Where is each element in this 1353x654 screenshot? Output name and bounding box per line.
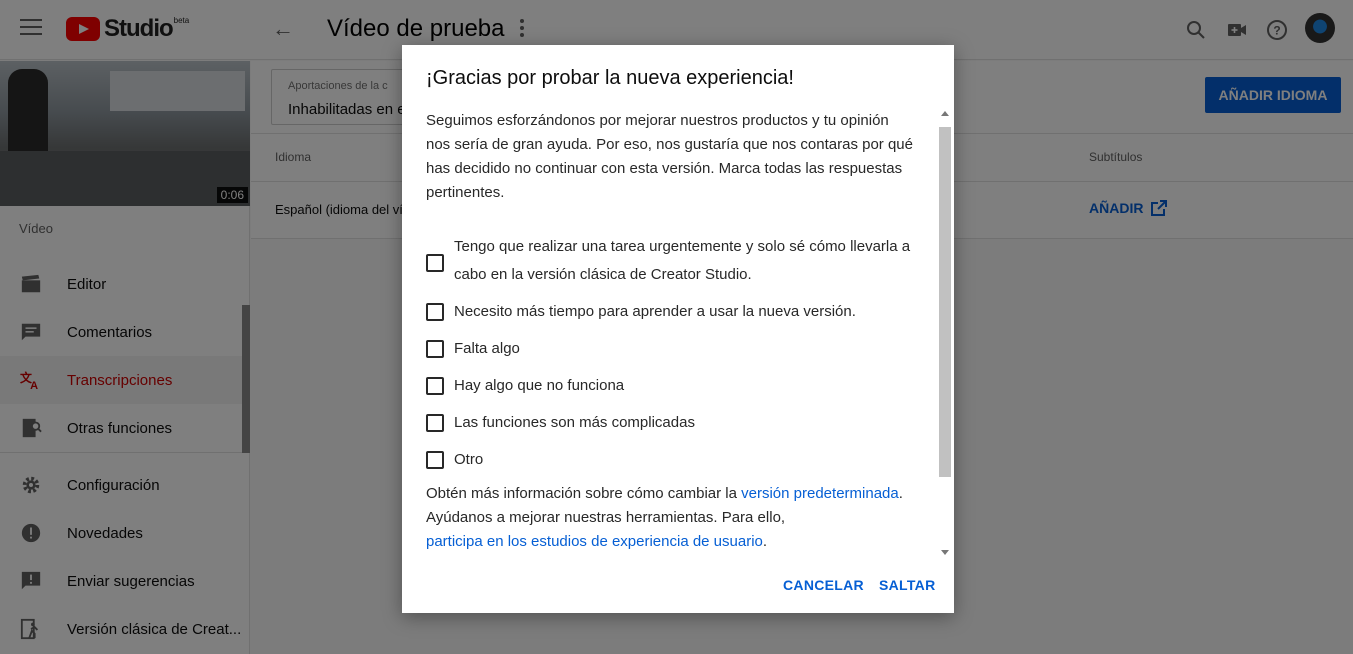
checkbox[interactable] xyxy=(426,377,444,395)
skip-button[interactable]: SALTAR xyxy=(879,577,936,593)
dialog-scrollbar[interactable] xyxy=(938,109,952,559)
default-version-link[interactable]: versión predeterminada xyxy=(741,485,899,502)
dialog-intro: Seguimos esforzándonos por mejorar nuest… xyxy=(426,112,913,201)
scroll-down-arrow-icon[interactable] xyxy=(941,550,949,555)
checkbox[interactable] xyxy=(426,451,444,469)
option-label: Tengo que realizar una tarea urgentement… xyxy=(454,238,911,283)
dialog-title: ¡Gracias por probar la nueva experiencia… xyxy=(426,67,794,89)
option-label: Hay algo que no funciona xyxy=(454,377,625,394)
scroll-up-arrow-icon[interactable] xyxy=(941,111,949,116)
dialog-body: Seguimos esforzándonos por mejorar nuest… xyxy=(426,109,916,205)
checkbox[interactable] xyxy=(426,340,444,358)
dialog-footer-text: Obtén más información sobre cómo cambiar… xyxy=(426,482,926,554)
info-prefix: Obtén más información sobre cómo cambiar… xyxy=(426,485,742,502)
option-label: Necesito más tiempo para aprender a usar… xyxy=(454,303,856,320)
ux-studies-link[interactable]: participa en los estudios de experiencia… xyxy=(426,533,763,550)
option-label: Las funciones son más complicadas xyxy=(454,414,695,431)
option-label: Otro xyxy=(454,451,484,468)
checkbox[interactable] xyxy=(426,414,444,432)
checkbox[interactable] xyxy=(426,254,444,272)
study-suffix: . xyxy=(762,533,768,550)
info-suffix: . xyxy=(898,485,903,502)
feedback-dialog: ¡Gracias por probar la nueva experiencia… xyxy=(402,45,954,613)
option-label: Falta algo xyxy=(454,340,520,357)
help-text: Ayúdanos a mejorar nuestras herramientas… xyxy=(426,509,786,526)
cancel-button[interactable]: CANCELAR xyxy=(783,577,864,593)
scrollbar-thumb[interactable] xyxy=(939,127,951,477)
checkbox[interactable] xyxy=(426,303,444,321)
